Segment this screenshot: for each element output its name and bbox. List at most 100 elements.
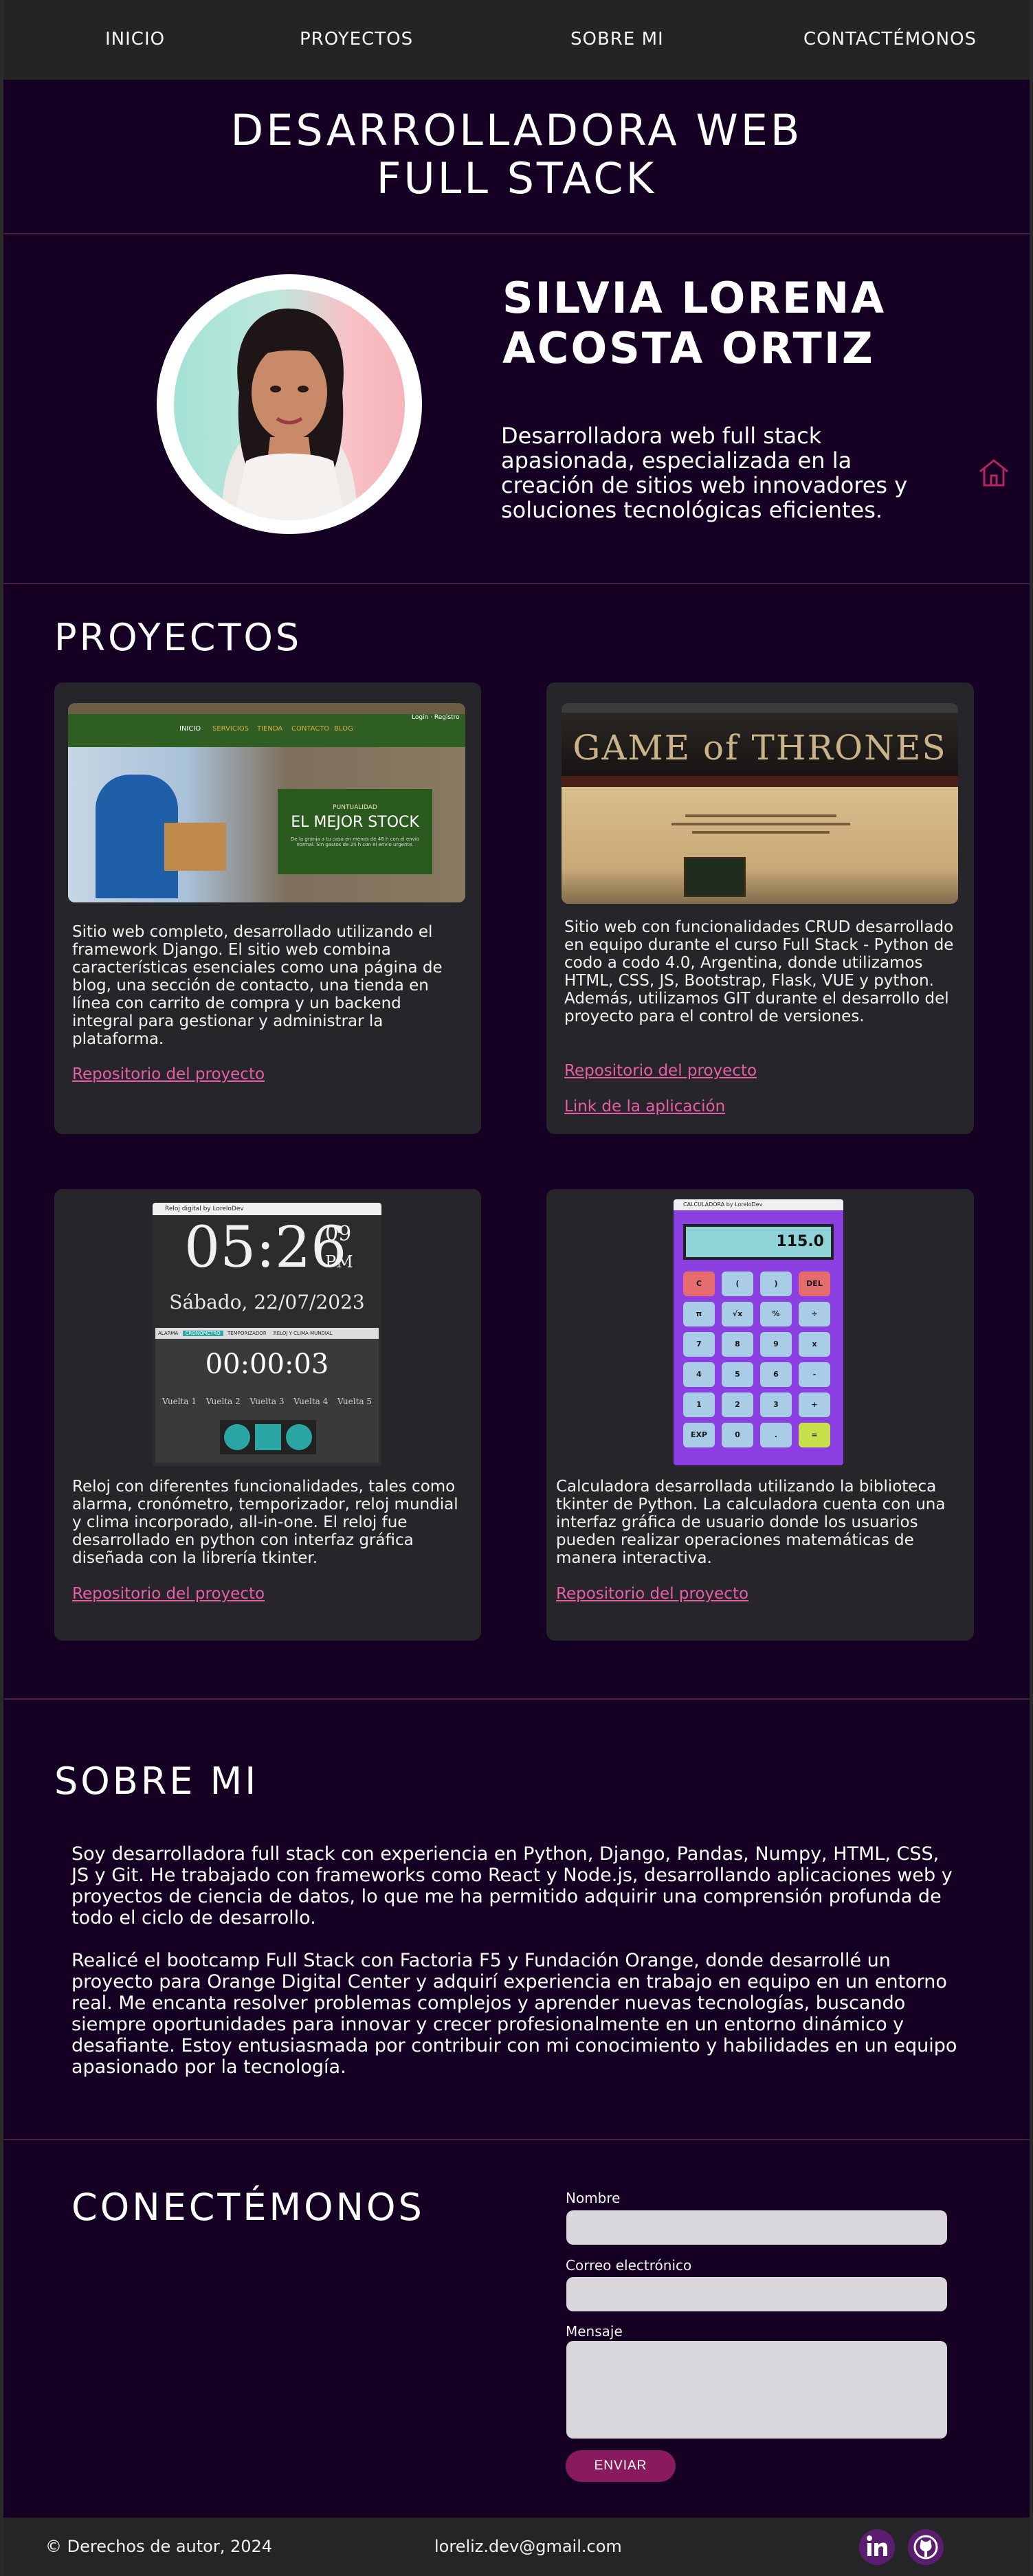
shot-lap: Vuelta 4 [293,1397,329,1406]
nav-inicio[interactable]: INICIO [105,29,165,49]
nav-contactemonos[interactable]: CONTACTÉMONOS [803,29,977,49]
pause-icon [224,1424,250,1450]
calc-key: π [683,1302,715,1326]
contact-email-link[interactable]: loreliz.dev@gmail.com [434,2537,622,2556]
message-label: Mensaje [566,2323,623,2340]
avatar [174,289,405,520]
shot-box [164,823,226,871]
portrait-image [222,308,357,520]
project-description: Sitio web completo, desarrollado utiliza… [72,923,443,1048]
send-button[interactable]: ENVIAR [566,2450,676,2482]
shot-text-line [692,831,830,834]
project-screenshot-django: INICIO SERVICIOS TIENDA CONTACTO BLOG Lo… [68,703,465,902]
calc-key: x [799,1332,830,1357]
linkedin-icon[interactable] [859,2529,895,2565]
hero-title-line-2: FULL STACK [376,153,657,203]
shot-green-panel: PUNTUALIDAD EL MEJOR STOCK De la granja … [278,789,432,874]
top-nav: INICIO PROYECTOS SOBRE MI CONTACTÉMONOS [3,0,1030,80]
shot-text-line [671,823,850,825]
project-repo-link[interactable]: Repositorio del proyecto [72,1065,265,1083]
calc-key: = [799,1423,830,1447]
shot-lap: Vuelta 2 [206,1397,241,1406]
message-field[interactable] [566,2341,947,2439]
about-paragraph-1: Soy desarrolladora full stack con experi… [71,1843,953,1929]
shot-clock-time: 05:26 [184,1215,347,1280]
shot-top-strip [68,703,465,714]
shot-lap: Vuelta 5 [337,1397,372,1406]
calc-key: EXP [683,1423,715,1447]
window-frame-right [1030,0,1033,2576]
shot-sub: De la granja a tu casa en menos de 48 h … [291,836,419,847]
shot-nav: INICIO SERVICIOS TIENDA CONTACTO BLOG Lo… [68,714,465,747]
project-repo-link[interactable]: Repositorio del proyecto [564,1062,757,1080]
divider [3,233,1030,234]
about-paragraph-2: Realicé el bootcamp Full Stack con Facto… [71,1950,957,2078]
shot-got-title: GAME of THRONES [573,728,947,768]
shot-got-menu [562,776,958,787]
window-frame-left [0,0,3,2576]
project-card-reloj: Reloj digital by LoreloDev 05:26 09 PM S… [54,1189,481,1641]
project-repo-link[interactable]: Repositorio del proyecto [556,1585,748,1603]
calc-key: 3 [760,1392,792,1417]
email-field[interactable] [566,2277,947,2311]
shot-login: Login · Registro [412,714,460,721]
email-label: Correo electrónico [566,2257,692,2274]
shot-controls [220,1420,316,1454]
shot-text-line [685,814,836,817]
shot-lap: Vuelta 3 [249,1397,285,1406]
shot-lap: Vuelta 1 [162,1397,197,1406]
hero-title: DESARROLLADORA WEB FULL STACK [3,107,1030,203]
calc-key: 9 [760,1332,792,1357]
shot-got-parchment [562,787,958,904]
shot-tab: RELOJ Y CLIMA MUNDIAL [273,1331,333,1336]
calc-key: √x [722,1302,753,1326]
calc-key: 8 [722,1332,753,1357]
shot-tab: CRONÓMETRO [182,1331,223,1336]
shot-nav-item: CONTACTO [291,725,330,733]
project-repo-link[interactable]: Repositorio del proyecto [72,1585,265,1603]
copyright-text: © Derechos de autor, 2024 [45,2537,273,2556]
calc-key: 4 [683,1362,715,1387]
project-description: Calculadora desarrollada utilizando la b… [556,1478,946,1567]
nav-proyectos[interactable]: PROYECTOS [300,29,413,49]
projects-title: PROYECTOS [54,616,302,659]
shot-headline: EL MEJOR STOCK [291,814,419,831]
project-screenshot-reloj: Reloj digital by LoreloDev 05:26 09 PM S… [153,1203,381,1466]
shot-nav-item: INICIO [179,725,201,733]
divider [3,1698,1030,1700]
name-label: Nombre [566,2190,621,2206]
shot-clock-ampm: PM [325,1252,353,1272]
divider [3,2139,1030,2140]
about-title: SOBRE MI [54,1759,259,1803]
contact-title: CONECTÉMONOS [71,2186,425,2229]
shot-nav-item: BLOG [334,725,353,733]
calc-key: ( [722,1272,753,1296]
flag-icon [255,1424,281,1450]
shot-window-title: CALCULADORA by LoreloDev [674,1199,843,1210]
footer: © Derechos de autor, 2024 loreliz.dev@gm… [3,2518,1030,2576]
project-card-django: INICIO SERVICIOS TIENDA CONTACTO BLOG Lo… [54,682,481,1134]
project-card-calculadora: CALCULADORA by LoreloDev 115.0 C () DEL π √x… [546,1189,974,1641]
shot-nav-item: TIENDA [257,725,283,733]
project-app-link[interactable]: Link de la aplicación [564,1098,725,1115]
project-card-got: GAME of THRONES Sitio web con funcionali… [546,682,974,1134]
shot-browser-bar [562,703,958,713]
calc-key: 0 [722,1423,753,1447]
project-screenshot-got: GAME of THRONES [562,703,958,904]
shot-stopwatch-panel: 00:00:03 Vuelta 1 Vuelta 2 Vuelta 3 Vuel… [155,1339,379,1463]
shot-laps: Vuelta 1 Vuelta 2 Vuelta 3 Vuelta 4 Vuel… [162,1397,372,1406]
divider [3,583,1030,584]
home-icon[interactable] [976,455,1012,491]
calc-key: + [799,1392,830,1417]
hero-title-line-1: DESARROLLADORA WEB [230,105,803,155]
name-field[interactable] [566,2210,947,2245]
project-description: Reloj con diferentes funcionalidades, ta… [72,1478,458,1567]
calc-key: 5 [722,1362,753,1387]
shot-clock-seconds: 09 [325,1222,352,1246]
github-icon[interactable] [908,2529,944,2565]
name-line-1: SILVIA LORENA [502,273,887,323]
calc-key: - [799,1362,830,1387]
calc-key: 7 [683,1332,715,1357]
shot-tab: TEMPORIZADOR [227,1331,267,1336]
nav-sobre-mi[interactable]: SOBRE MI [570,29,664,49]
